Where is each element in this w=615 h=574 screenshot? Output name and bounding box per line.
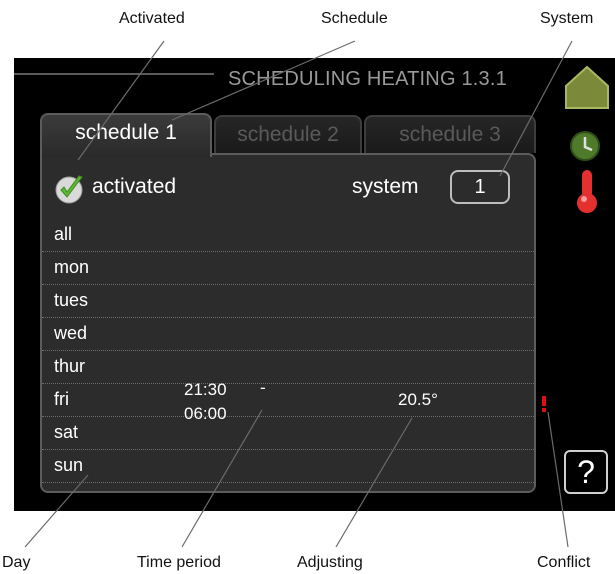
day-list: all mon tues wed thur fri sat sun	[42, 219, 534, 483]
day-row-wed[interactable]: wed	[42, 318, 534, 351]
day-label: thur	[54, 356, 86, 376]
callout-schedule: Schedule	[321, 10, 388, 27]
clock-icon[interactable]	[569, 130, 601, 162]
callout-time-period: Time period	[137, 554, 221, 571]
time-end: 06:00	[184, 404, 227, 423]
time-start: 21:30	[184, 380, 227, 399]
day-label: mon	[54, 257, 90, 277]
callout-adjusting: Adjusting	[297, 554, 363, 571]
callout-system: System	[540, 10, 594, 27]
system-label: system	[352, 175, 419, 198]
day-row-sat[interactable]: sat	[42, 417, 534, 450]
day-row-fri[interactable]: fri	[42, 384, 534, 417]
day-row-mon[interactable]: mon	[42, 252, 534, 285]
tab-schedule-1[interactable]: schedule 1	[40, 113, 212, 157]
thermometer-icon[interactable]	[574, 168, 600, 214]
day-label: all	[54, 224, 73, 244]
check-icon[interactable]	[54, 173, 86, 205]
day-row-all[interactable]: all	[42, 219, 534, 252]
time-separator: -	[260, 378, 266, 397]
activated-label: activated	[92, 175, 177, 198]
callout-day: Day	[2, 554, 31, 571]
day-label: sat	[54, 422, 79, 442]
day-label: fri	[54, 389, 69, 409]
day-row-thur[interactable]: thur	[42, 351, 534, 384]
help-icon[interactable]: ?	[564, 450, 608, 494]
day-row-sun[interactable]: sun	[42, 450, 534, 483]
device-screen: SCHEDULING HEATING 1.3.1 schedule 1 sche…	[14, 58, 615, 511]
day-label: tues	[54, 290, 89, 310]
day-row-tues[interactable]: tues	[42, 285, 534, 318]
tab-schedule-3[interactable]: schedule 3	[364, 115, 536, 153]
temperature-adjustment[interactable]: 20.5°	[398, 390, 438, 410]
house-icon[interactable]	[562, 64, 612, 110]
time-period[interactable]: 21:30 06:00	[184, 378, 227, 426]
tab-schedule-2[interactable]: schedule 2	[214, 115, 362, 153]
page-title: SCHEDULING HEATING 1.3.1	[228, 68, 507, 90]
system-selector[interactable]: 1	[450, 170, 510, 204]
schedule-panel: activated system 1 all mon tues wed thur…	[40, 153, 536, 493]
day-label: sun	[54, 455, 84, 475]
callout-conflict: Conflict	[537, 554, 591, 571]
callout-activated: Activated	[119, 10, 185, 27]
title-divider	[14, 73, 214, 75]
day-label: wed	[54, 323, 88, 343]
conflict-icon	[542, 396, 546, 412]
